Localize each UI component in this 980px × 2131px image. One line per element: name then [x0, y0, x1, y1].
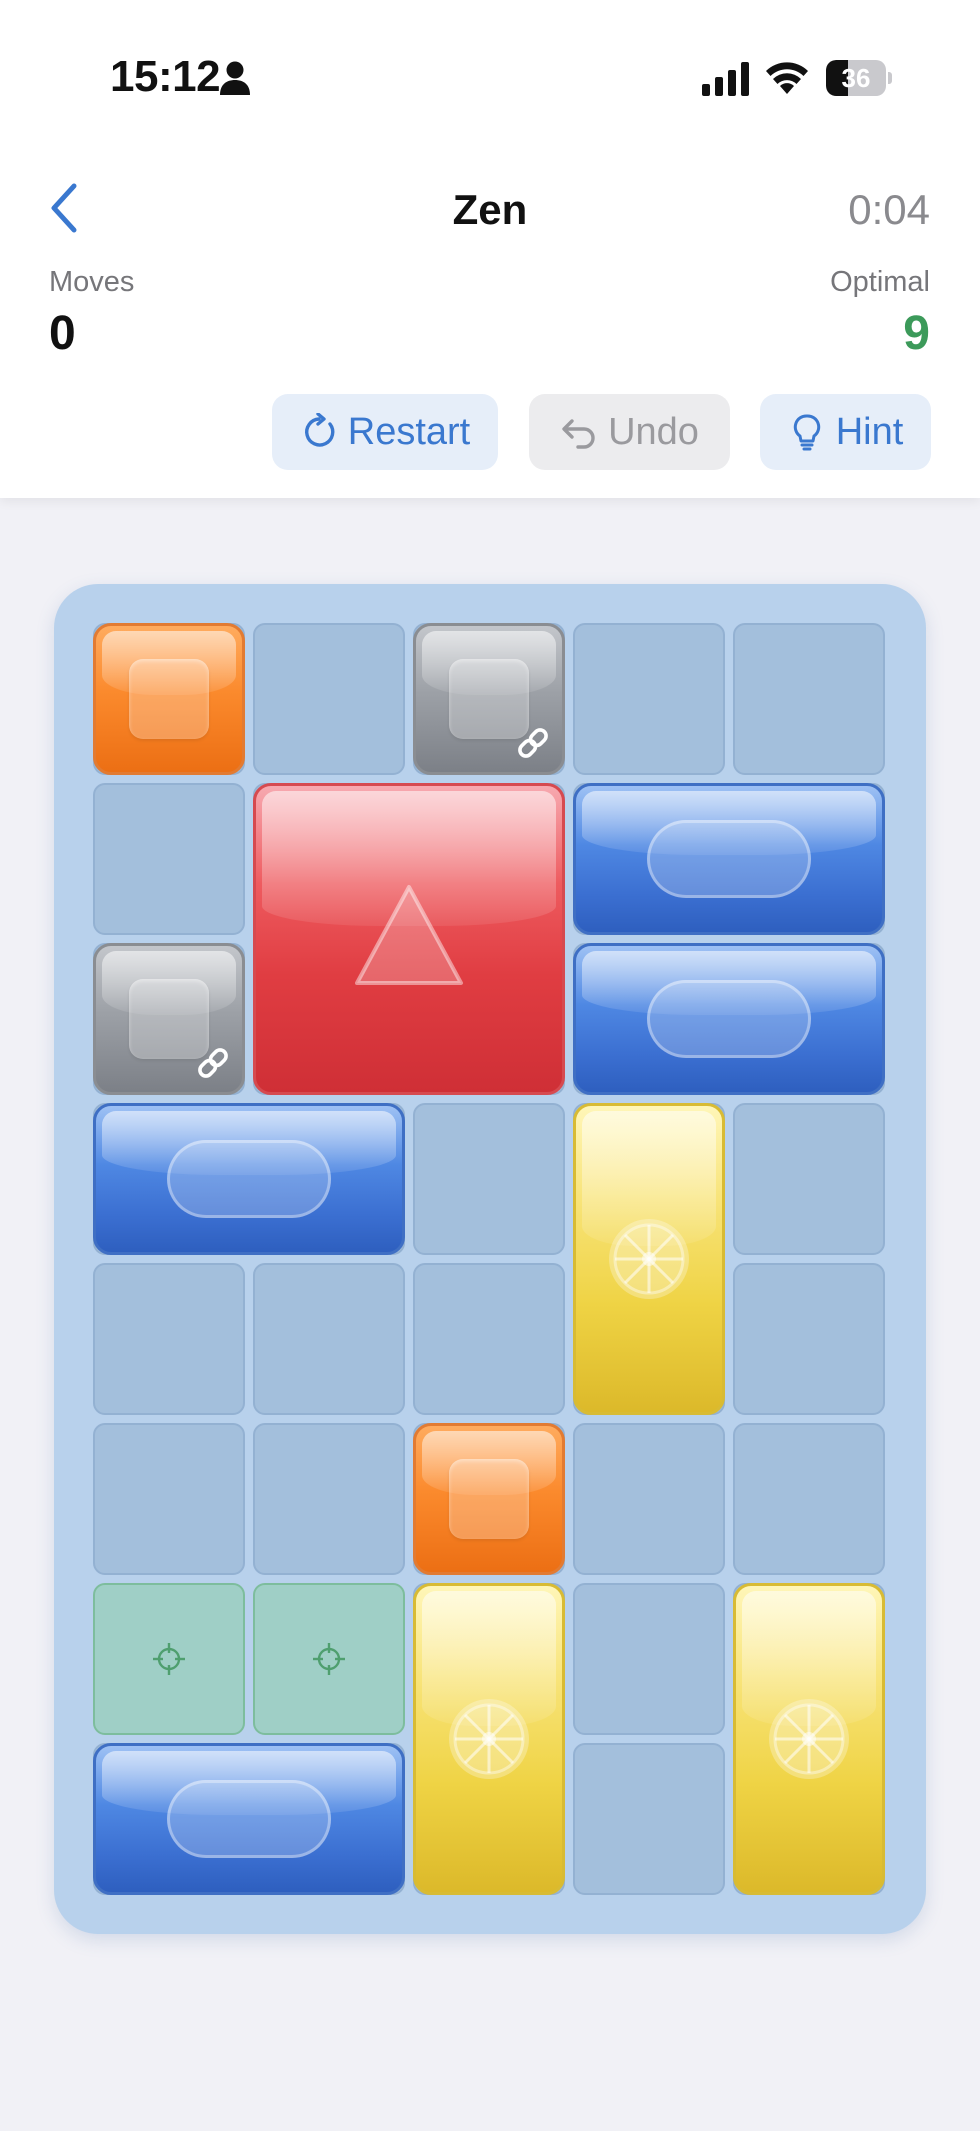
restart-icon	[304, 413, 335, 447]
pill-icon	[167, 1780, 331, 1858]
crosshair-icon	[153, 1643, 185, 1675]
board-cell	[733, 623, 885, 775]
square-icon	[449, 1459, 529, 1539]
link-icon	[198, 1048, 228, 1078]
crosshair-icon	[313, 1643, 345, 1675]
board-cell	[733, 1103, 885, 1255]
block-orange-1[interactable]	[93, 623, 245, 775]
board-cell	[93, 1423, 245, 1575]
page-title: Zen	[452, 186, 528, 233]
undo-button[interactable]: Undo	[529, 394, 730, 470]
top-panel: 15:12 36 Zen 0:04 Moves 0 Optimal 9 Rest	[0, 0, 980, 498]
board-cell	[733, 1263, 885, 1415]
block-orange-2[interactable]	[413, 1423, 565, 1575]
lightbulb-icon	[793, 414, 820, 451]
board-cell	[253, 623, 405, 775]
block-blue-4[interactable]	[93, 1743, 405, 1895]
board-cell	[93, 783, 245, 935]
pill-icon	[647, 820, 811, 898]
board-cell	[413, 1263, 565, 1415]
target-cell	[93, 1583, 245, 1735]
block-yellow-3[interactable]	[733, 1583, 885, 1895]
timer: 0:04	[848, 186, 930, 233]
block-blue-1[interactable]	[573, 783, 885, 935]
board-cell	[733, 1423, 885, 1575]
battery-percent: 36	[841, 63, 871, 93]
board-cell	[573, 623, 725, 775]
link-icon	[518, 728, 548, 758]
block-blue-2[interactable]	[573, 943, 885, 1095]
board-cell	[413, 1103, 565, 1255]
wifi-icon	[766, 62, 808, 94]
signal-icon	[702, 62, 749, 96]
block-yellow-1[interactable]	[573, 1103, 725, 1415]
block-gray-1[interactable]	[413, 623, 565, 775]
undo-icon	[562, 419, 595, 449]
optimal-value: 9	[903, 307, 930, 360]
block-yellow-2[interactable]	[413, 1583, 565, 1895]
board-cell	[573, 1423, 725, 1575]
block-gray-2[interactable]	[93, 943, 245, 1095]
moves-value: 0	[49, 307, 76, 360]
moves-label: Moves	[49, 266, 135, 298]
hint-label: Hint	[835, 410, 904, 453]
board-cell	[93, 1263, 245, 1415]
status-time: 15:12	[110, 52, 221, 101]
triangle-icon	[355, 885, 463, 985]
wheel-icon	[449, 1699, 529, 1779]
board-cell	[253, 1423, 405, 1575]
restart-label: Restart	[347, 410, 471, 453]
puzzle-board	[54, 584, 926, 1934]
target-cell	[253, 1583, 405, 1735]
restart-button[interactable]: Restart	[272, 394, 498, 470]
pill-icon	[167, 1140, 331, 1218]
block-red-main[interactable]	[253, 783, 565, 1095]
board-cell	[573, 1743, 725, 1895]
board-cell	[573, 1583, 725, 1735]
battery-icon: 36	[826, 60, 892, 96]
wheel-icon	[609, 1219, 689, 1299]
hint-button[interactable]: Hint	[760, 394, 931, 470]
square-icon	[129, 659, 209, 739]
undo-label: Undo	[608, 410, 699, 453]
block-blue-3[interactable]	[93, 1103, 405, 1255]
board-cell	[253, 1263, 405, 1415]
pill-icon	[647, 980, 811, 1058]
person-icon	[220, 61, 250, 95]
wheel-icon	[769, 1699, 849, 1779]
optimal-label: Optimal	[830, 266, 930, 298]
